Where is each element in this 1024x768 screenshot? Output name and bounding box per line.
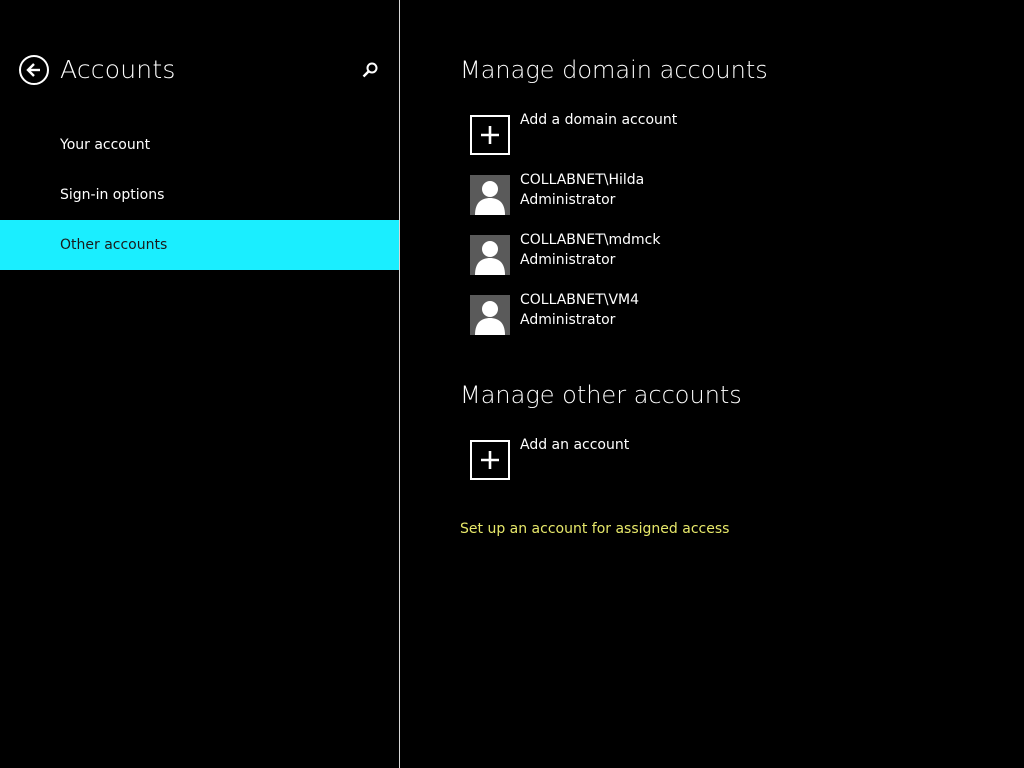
account-name: COLLABNET\VM4 [520,292,640,308]
account-item-hilda[interactable]: COLLABNET\Hilda Administrator [470,172,644,215]
pane-title: Accounts [60,55,176,84]
account-name: COLLABNET\Hilda [520,172,645,188]
account-name: COLLABNET\mdmck [520,232,661,248]
account-info: COLLABNET\VM4 Administrator [520,292,639,330]
pane-divider [399,0,400,768]
add-tile [470,440,510,480]
avatar [470,235,510,275]
add-tile [470,115,510,155]
add-account-label: Add an account [520,437,630,453]
user-avatar-icon [475,241,505,275]
add-domain-account-button[interactable]: Add a domain account [470,112,677,155]
add-account-button[interactable]: Add an account [470,437,629,480]
assigned-access-link[interactable]: Set up an account for assigned access [460,521,729,537]
nav-item-label: Your account [60,137,151,153]
nav-item-label: Sign-in options [60,187,165,203]
domain-accounts-heading: Manage domain accounts [460,56,768,84]
user-avatar-icon [475,301,505,335]
account-item-vm4[interactable]: COLLABNET\VM4 Administrator [470,292,639,335]
account-item-mdmck[interactable]: COLLABNET\mdmck Administrator [470,232,660,275]
add-account-text: Add an account [520,435,629,455]
user-avatar-icon [475,181,505,215]
back-arrow-icon [26,63,40,77]
account-info: COLLABNET\mdmck Administrator [520,232,660,270]
account-info: COLLABNET\Hilda Administrator [520,172,644,210]
navigation-pane: Accounts Your account Sign-in options Ot… [0,0,399,768]
other-accounts-heading: Manage other accounts [460,381,742,409]
nav-item-other-accounts[interactable]: Other accounts [0,220,399,270]
avatar [470,295,510,335]
nav-item-sign-in-options[interactable]: Sign-in options [0,170,399,220]
settings-app: Accounts Your account Sign-in options Ot… [0,0,1024,768]
search-button[interactable] [360,60,380,80]
avatar [470,175,510,215]
nav-item-your-account[interactable]: Your account [0,120,399,170]
add-domain-account-label: Add a domain account [520,112,678,128]
account-role: Administrator [520,252,616,268]
nav-item-label: Other accounts [60,237,168,253]
plus-icon [481,451,499,469]
back-button[interactable] [19,55,49,85]
plus-icon [481,126,499,144]
add-domain-account-text: Add a domain account [520,110,677,130]
account-role: Administrator [520,192,616,208]
account-role: Administrator [520,312,616,328]
search-icon [362,62,378,78]
